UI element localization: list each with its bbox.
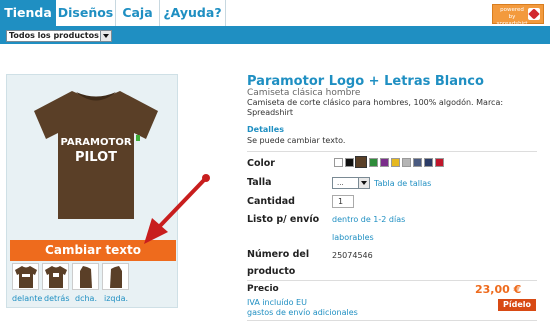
quantity-label: Cantidad: [247, 196, 295, 207]
swatch-brown-selected[interactable]: [355, 156, 367, 168]
product-number-label: Número del: [247, 249, 310, 260]
size-value: ...: [337, 179, 344, 187]
swatch-grey[interactable]: [402, 158, 411, 167]
annotation-arrow-icon: [144, 174, 210, 244]
tshirt-tag: [136, 135, 140, 141]
swatch-red[interactable]: [435, 158, 444, 167]
tshirt-thumb-icon: [45, 266, 67, 288]
size-select[interactable]: ...: [332, 177, 370, 189]
divider: [247, 151, 537, 152]
thumb-label-front[interactable]: delante: [12, 294, 42, 303]
price-label: Precio: [247, 284, 279, 294]
spreadshirt-logo-icon: [528, 8, 540, 20]
shirt-print-line2: PILOT: [75, 150, 117, 165]
size-table-link[interactable]: Tabla de tallas: [374, 179, 431, 188]
divider: [247, 280, 537, 281]
chevron-down-icon: [100, 31, 111, 41]
product-filter-value: Todos los productos: [9, 31, 99, 40]
details-heading: Detalles: [247, 125, 284, 134]
swatch-white[interactable]: [334, 158, 343, 167]
product-title: Paramotor Logo + Letras Blanco: [247, 74, 484, 89]
top-navigation: Tienda Diseños Caja ¿Ayuda? powered by s…: [0, 0, 550, 27]
thumb-right[interactable]: [72, 263, 99, 290]
shipping-time-label: Listo p/ envío: [247, 214, 320, 225]
swatch-green[interactable]: [369, 158, 378, 167]
spreadshirt-badge[interactable]: powered by spreadshirt: [492, 4, 544, 27]
color-label: Color: [247, 158, 275, 169]
thumb-left[interactable]: [102, 263, 129, 290]
thumb-front[interactable]: [12, 263, 39, 290]
product-number-label-2: producto: [247, 266, 296, 277]
divider: [247, 320, 537, 321]
brand-text: powered by spreadshirt: [496, 7, 528, 27]
order-button[interactable]: Pídelo: [498, 299, 536, 311]
quantity-input[interactable]: 1: [332, 195, 354, 208]
thumb-label-right[interactable]: dcha.: [75, 294, 97, 303]
tab-tienda[interactable]: Tienda: [0, 0, 56, 26]
swatch-yellow[interactable]: [391, 158, 400, 167]
tab-disenos[interactable]: Diseños: [56, 0, 116, 26]
tab-caja[interactable]: Caja: [116, 0, 160, 26]
product-subtitle: Camiseta clásica hombre: [247, 88, 361, 98]
tab-ayuda[interactable]: ¿Ayuda?: [160, 0, 226, 26]
thumb-label-back[interactable]: detrás: [44, 294, 70, 303]
price-value: 23,00 €: [475, 283, 522, 296]
vat-note[interactable]: IVA incluído EU: [247, 298, 307, 307]
thumb-back[interactable]: [42, 263, 69, 290]
shirt-print-line1: PARAMOTOR: [60, 137, 131, 148]
tshirt-thumb-icon: [15, 266, 37, 288]
shipping-time-value-2: laborables: [332, 233, 374, 242]
swatch-black[interactable]: [345, 158, 354, 167]
thumb-label-left[interactable]: izqda.: [104, 294, 128, 303]
product-description: Camiseta de corte clásico para hombres, …: [247, 98, 504, 117]
shipping-cost-link[interactable]: gastos de envío adicionales: [247, 308, 358, 317]
product-filter-select[interactable]: Todos los productos: [6, 30, 112, 42]
product-number-value: 25074546: [332, 251, 373, 260]
chevron-down-icon: [358, 178, 369, 188]
tshirt-thumb-icon: [110, 266, 122, 288]
swatch-navy[interactable]: [424, 158, 433, 167]
tshirt-thumb-icon: [80, 266, 92, 288]
size-label: Talla: [247, 177, 272, 188]
swatch-slate[interactable]: [413, 158, 422, 167]
swatch-purple[interactable]: [380, 158, 389, 167]
details-text: Se puede cambiar texto.: [247, 136, 346, 145]
shipping-time-value: dentro de 1-2 días: [332, 215, 406, 224]
